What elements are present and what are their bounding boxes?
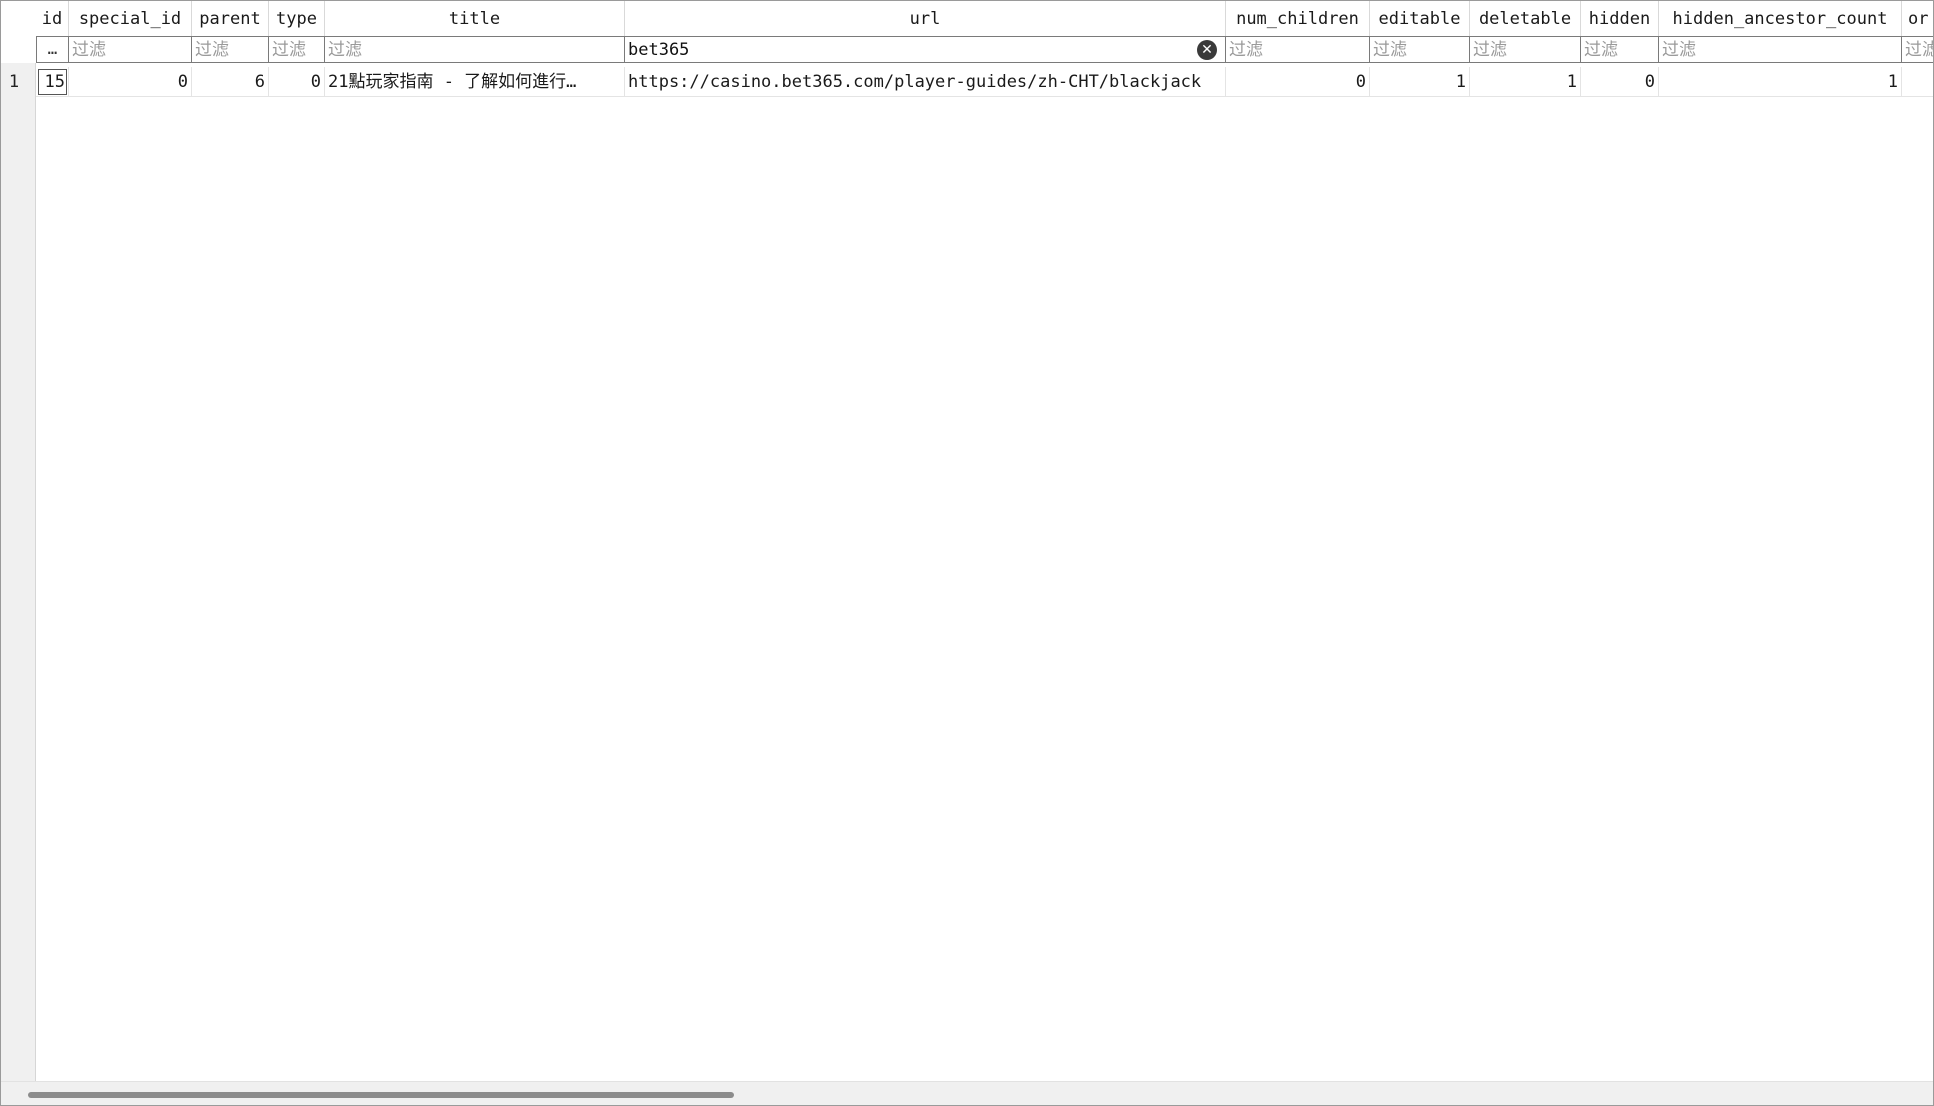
row-number-gutter: 1 xyxy=(1,1,36,1081)
filter-input-title[interactable] xyxy=(325,37,624,62)
filter-input-editable[interactable] xyxy=(1370,37,1469,62)
filter-input-num-children[interactable] xyxy=(1226,37,1369,62)
filter-cell-or-partial xyxy=(1902,36,1933,63)
cell-editable[interactable]: 1 xyxy=(1370,67,1470,97)
filter-cell-title xyxy=(325,36,625,63)
cell-type[interactable]: 0 xyxy=(269,67,325,97)
filter-cell-parent xyxy=(192,36,269,63)
cell-num-children[interactable]: 0 xyxy=(1226,67,1370,97)
cell-deletable[interactable]: 1 xyxy=(1470,67,1581,97)
column-header-hidden[interactable]: hidden xyxy=(1581,1,1659,36)
cell-or-partial[interactable] xyxy=(1902,67,1933,97)
row-number[interactable]: 1 xyxy=(1,68,27,96)
filter-cell-hidden xyxy=(1581,36,1659,63)
filter-cell-hidden-ancestor-count xyxy=(1659,36,1902,63)
filter-cell-deletable xyxy=(1470,36,1581,63)
cell-hidden[interactable]: 0 xyxy=(1581,67,1659,97)
column-header-or-partial[interactable]: or xyxy=(1902,1,1933,36)
filter-input-deletable[interactable] xyxy=(1470,37,1580,62)
filter-options-button[interactable]: … xyxy=(36,36,69,63)
column-header-id[interactable]: id xyxy=(36,1,69,36)
filter-cell-num-children xyxy=(1226,36,1370,63)
gutter-corner xyxy=(1,1,36,63)
column-header-url[interactable]: url xyxy=(625,1,1226,36)
column-header-hidden-ancestor-count[interactable]: hidden_ancestor_count xyxy=(1659,1,1902,36)
cell-hidden-ancestor-count[interactable]: 1 xyxy=(1659,67,1902,97)
column-header-num-children[interactable]: num_children xyxy=(1226,1,1370,36)
filter-cell-editable xyxy=(1370,36,1470,63)
filter-cell-url: ✕ xyxy=(625,36,1226,63)
cell-special-id[interactable]: 0 xyxy=(69,67,192,97)
scrollbar-thumb[interactable] xyxy=(28,1092,734,1098)
filter-input-special-id[interactable] xyxy=(69,37,191,62)
column-header-title[interactable]: title xyxy=(325,1,625,36)
filter-input-or-partial[interactable] xyxy=(1902,37,1933,62)
horizontal-scrollbar[interactable] xyxy=(1,1081,1933,1105)
column-header-editable[interactable]: editable xyxy=(1370,1,1470,36)
filter-input-type[interactable] xyxy=(269,37,324,62)
clear-filter-icon[interactable]: ✕ xyxy=(1197,40,1217,60)
column-header-deletable[interactable]: deletable xyxy=(1470,1,1581,36)
cell-parent[interactable]: 6 xyxy=(192,67,269,97)
filter-input-url[interactable] xyxy=(625,37,1225,62)
filter-input-parent[interactable] xyxy=(192,37,268,62)
column-header-special-id[interactable]: special_id xyxy=(69,1,192,36)
filter-input-hidden[interactable] xyxy=(1581,37,1658,62)
cell-id[interactable]: 15 xyxy=(36,67,69,97)
column-header-type[interactable]: type xyxy=(269,1,325,36)
filter-cell-type xyxy=(269,36,325,63)
table-view: 1 id special_id parent type title url nu… xyxy=(0,0,1934,1106)
filter-cell-special-id xyxy=(69,36,192,63)
filter-input-hidden-ancestor-count[interactable] xyxy=(1659,37,1901,62)
cell-url[interactable]: https://casino.bet365.com/player-guides/… xyxy=(625,67,1226,97)
cell-title[interactable]: 21點玩家指南 - 了解如何進行… xyxy=(325,67,625,97)
column-header-parent[interactable]: parent xyxy=(192,1,269,36)
